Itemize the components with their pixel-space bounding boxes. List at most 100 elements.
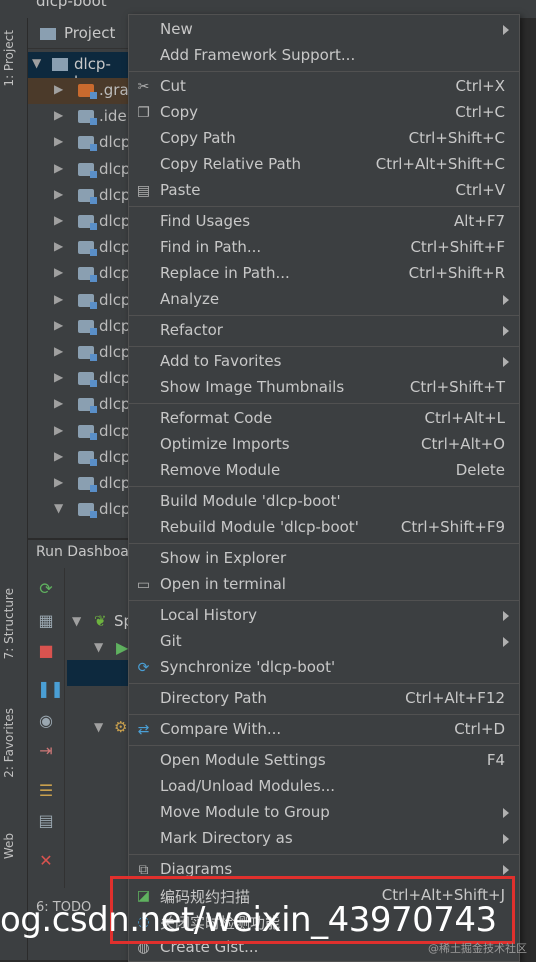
print-icon[interactable]: ▤: [37, 812, 55, 830]
menu-separator: [129, 745, 519, 746]
menu-item[interactable]: ⇄ Compare With... Ctrl+D: [129, 717, 519, 743]
menu-item[interactable]: ✂ Cut Ctrl+X: [129, 74, 519, 100]
chevron-right-icon[interactable]: ▶: [54, 449, 63, 463]
menu-item[interactable]: Build Module 'dlcp-boot': [129, 489, 519, 515]
menu-item[interactable]: Remove Module Delete: [129, 458, 519, 484]
menu-item[interactable]: Add Framework Support...: [129, 43, 519, 69]
folder-icon: [78, 110, 97, 126]
menu-item[interactable]: Show Image Thumbnails Ctrl+Shift+T: [129, 375, 519, 401]
menu-item[interactable]: Reformat Code Ctrl+Alt+L: [129, 406, 519, 432]
tree-row[interactable]: ▶ dlcp: [28, 130, 130, 156]
chevron-right-icon[interactable]: ▶: [54, 292, 63, 306]
menu-item[interactable]: Find Usages Alt+F7: [129, 209, 519, 235]
tree-row[interactable]: ▶ dlcp: [28, 235, 130, 261]
menu-item[interactable]: ▭ Open in terminal: [129, 572, 519, 598]
tree-root-row[interactable]: ▼ dlcp-bo: [28, 52, 128, 91]
exit-icon[interactable]: ⇥: [37, 742, 55, 760]
menu-item[interactable]: Optimize Imports Ctrl+Alt+O: [129, 432, 519, 458]
chevron-down-icon[interactable]: ▼: [94, 720, 103, 734]
tree-row[interactable]: ▶ dlcp: [28, 366, 130, 392]
tree-row[interactable]: ▶ dlcp: [28, 471, 130, 497]
menu-item[interactable]: Copy Path Ctrl+Shift+C: [129, 126, 519, 152]
folder-icon: [78, 136, 97, 152]
chevron-right-icon[interactable]: ▶: [54, 82, 63, 96]
menu-item[interactable]: ⟳ Synchronize 'dlcp-boot': [129, 655, 519, 681]
paste-icon: ▤: [136, 183, 151, 199]
tree-row[interactable]: ▶ dlcp: [28, 340, 130, 366]
tab-project[interactable]: 1: Project: [2, 30, 26, 87]
menu-item[interactable]: Move Module to Group: [129, 800, 519, 826]
tree-row[interactable]: ▶ dlcp: [28, 445, 130, 471]
menu-item[interactable]: Refactor: [129, 318, 519, 344]
chevron-right-icon[interactable]: ▶: [54, 161, 63, 175]
menu-item-label: Show in Explorer: [160, 549, 287, 567]
menu-item[interactable]: Analyze: [129, 287, 519, 313]
menu-item[interactable]: Add to Favorites: [129, 349, 519, 375]
tab-structure[interactable]: 7: Structure: [2, 588, 26, 659]
menu-item[interactable]: Load/Unload Modules...: [129, 774, 519, 800]
menu-item[interactable]: Rebuild Module 'dlcp-boot' Ctrl+Shift+F9: [129, 515, 519, 541]
layout-icon[interactable]: ▦: [37, 612, 55, 630]
rerun-icon[interactable]: ⟳: [37, 580, 55, 598]
tree-row[interactable]: ▶ dlcp: [28, 183, 130, 209]
pause-icon[interactable]: ❚❚: [37, 680, 64, 698]
menu-item-label: Add to Favorites: [160, 352, 282, 370]
menu-item[interactable]: ❐ Copy Ctrl+C: [129, 100, 519, 126]
tree-row[interactable]: ▶ dlcp: [28, 157, 130, 183]
chevron-right-icon[interactable]: ▶: [54, 370, 63, 384]
run-selected-row[interactable]: [67, 660, 128, 686]
chevron-right-icon[interactable]: ▶: [54, 213, 63, 227]
corner-watermark: @稀土掘金技术社区: [428, 942, 527, 955]
menu-item-shortcut: Ctrl+Shift+R: [408, 264, 505, 282]
tree-row[interactable]: ▶ dlcp: [28, 261, 130, 287]
menu-item[interactable]: Open Module Settings F4: [129, 748, 519, 774]
submenu-arrow-icon: [503, 25, 509, 35]
menu-item[interactable]: Git: [129, 629, 519, 655]
menu-item[interactable]: Directory Path Ctrl+Alt+F12: [129, 686, 519, 712]
folder-icon: [78, 424, 97, 440]
menu-item[interactable]: Local History: [129, 603, 519, 629]
menu-item[interactable]: Replace in Path... Ctrl+Shift+R: [129, 261, 519, 287]
chevron-right-icon[interactable]: ▶: [54, 108, 63, 122]
tree-row[interactable]: ▶ dlcp: [28, 288, 130, 314]
chevron-right-icon[interactable]: ▶: [54, 134, 63, 148]
group-icon[interactable]: ☰: [37, 782, 55, 800]
tree-row[interactable]: ▶ .gra: [28, 78, 129, 104]
stop-icon[interactable]: ■: [37, 642, 55, 660]
chevron-down-icon[interactable]: ▼: [32, 56, 41, 70]
menu-item[interactable]: Show in Explorer: [129, 546, 519, 572]
chevron-right-icon[interactable]: ▶: [54, 423, 63, 437]
tree-row[interactable]: ▶ dlcp: [28, 419, 130, 445]
menu-item[interactable]: ▤ Paste Ctrl+V: [129, 178, 519, 204]
chevron-right-icon[interactable]: ▶: [54, 187, 63, 201]
menu-item-shortcut: Alt+F7: [453, 212, 505, 230]
menu-item[interactable]: Copy Relative Path Ctrl+Alt+Shift+C: [129, 152, 519, 178]
chevron-right-icon[interactable]: ▶: [54, 396, 63, 410]
menu-item[interactable]: Find in Path... Ctrl+Shift+F: [129, 235, 519, 261]
tab-favorites[interactable]: 2: Favorites: [2, 708, 26, 778]
submenu-arrow-icon: [503, 611, 509, 621]
chevron-right-icon[interactable]: ▶: [54, 318, 63, 332]
tree-row[interactable]: ▶ dlcp: [28, 314, 130, 340]
chevron-right-icon[interactable]: ▶: [54, 265, 63, 279]
chevron-down-icon[interactable]: ▼: [94, 640, 103, 654]
chevron-right-icon[interactable]: ▶: [54, 344, 63, 358]
menu-item[interactable]: Mark Directory as: [129, 826, 519, 852]
camera-icon[interactable]: ◉: [37, 712, 55, 730]
tree-row[interactable]: ▶ dlcp: [28, 392, 130, 418]
tree-row[interactable]: ▼ dlcp: [28, 497, 130, 523]
chevron-right-icon[interactable]: ▶: [54, 475, 63, 489]
tree-row[interactable]: ▶ .ide: [28, 104, 128, 130]
menu-item-shortcut: Ctrl+Alt+L: [424, 409, 506, 427]
menu-item[interactable]: New: [129, 17, 519, 43]
chevron-right-icon[interactable]: ▼: [54, 501, 63, 515]
close-icon[interactable]: ✕: [37, 852, 55, 870]
tree-row[interactable]: ▶ dlcp: [28, 209, 130, 235]
chevron-right-icon[interactable]: ▶: [54, 239, 63, 253]
folder-icon: [78, 293, 97, 309]
tab-web[interactable]: Web: [2, 833, 26, 859]
menu-item-label: Copy Relative Path: [160, 155, 302, 173]
chevron-down-icon[interactable]: ▼: [72, 614, 81, 628]
project-title[interactable]: Project: [64, 24, 115, 42]
folder-icon: [78, 162, 97, 178]
